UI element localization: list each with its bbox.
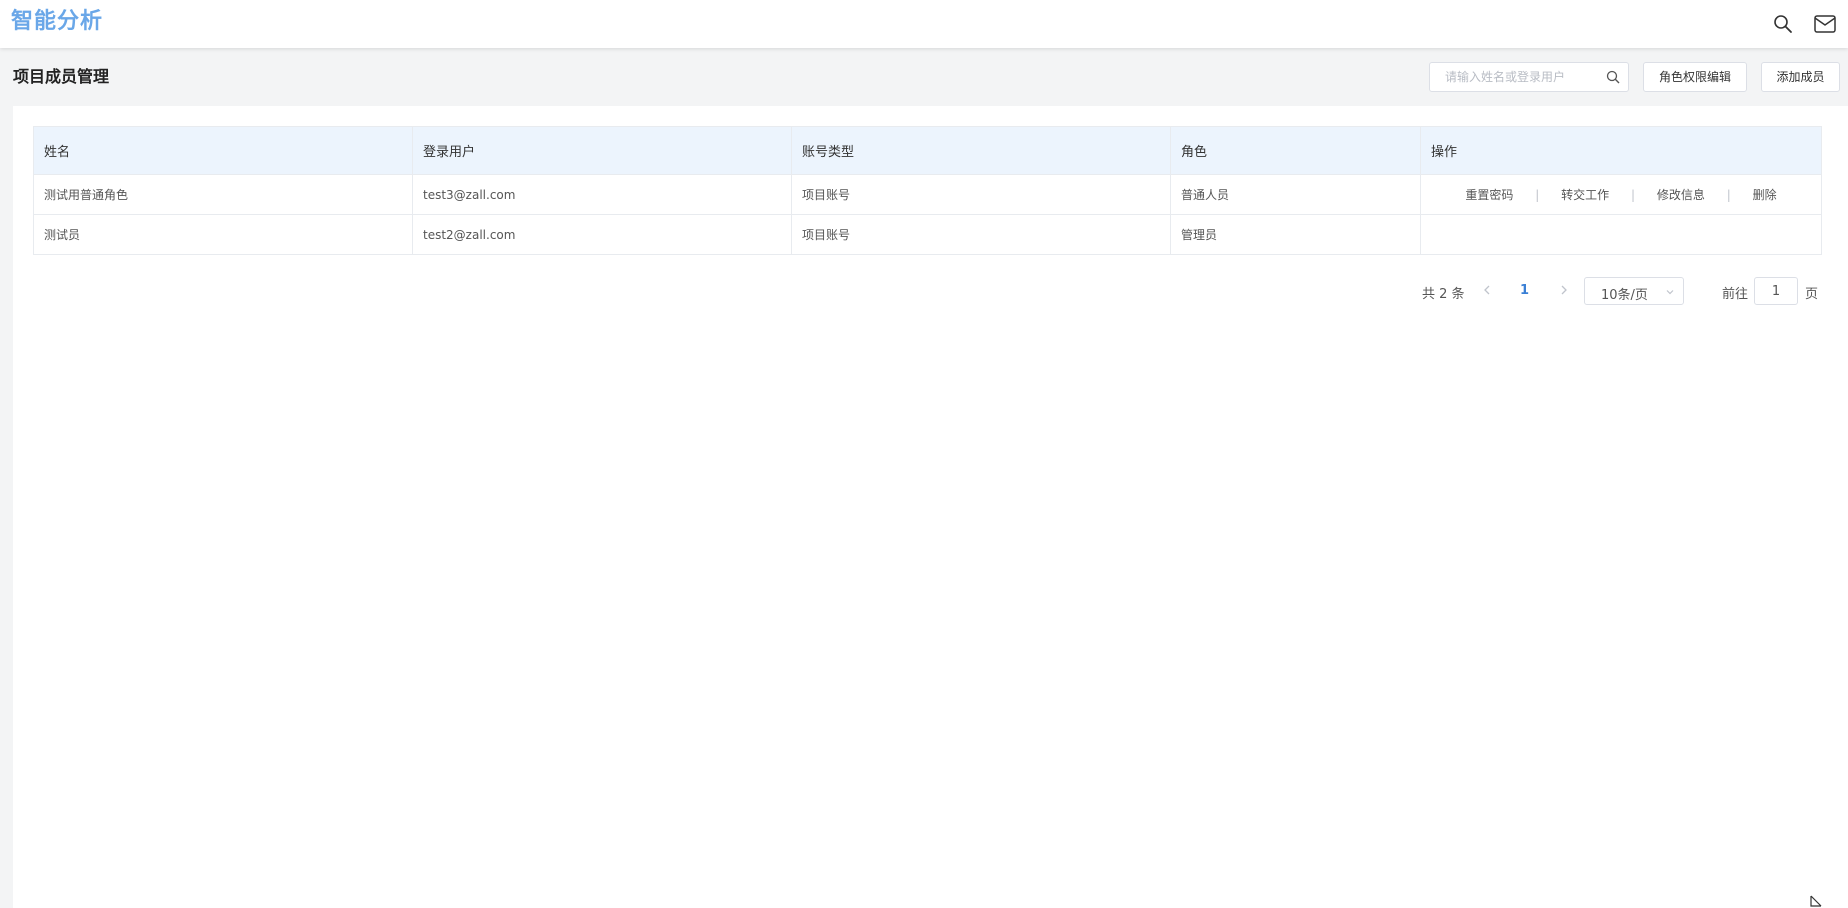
cell-role: 普通人员 <box>1170 174 1421 215</box>
goto-page-unit: 页 <box>1805 287 1819 302</box>
members-table: 姓名 登录用户 账号类型 角色 操作 测试用普通角色 test3@zall.co… <box>33 126 1822 255</box>
table-row: 测试用普通角色 test3@zall.com 项目账号 普通人员 重置密码 | … <box>33 174 1822 215</box>
table-header-row: 姓名 登录用户 账号类型 角色 操作 <box>33 126 1822 175</box>
goto-label: 前往 <box>1722 287 1749 302</box>
mail-icon[interactable] <box>1812 11 1838 37</box>
cell-name: 测试员 <box>33 214 413 255</box>
action-separator: | <box>1630 188 1636 202</box>
column-header-account-type: 账号类型 <box>791 126 1171 175</box>
chevron-left-icon[interactable] <box>1480 280 1494 300</box>
cell-name: 测试用普通角色 <box>33 174 413 215</box>
add-member-button[interactable]: 添加成员 <box>1761 62 1840 92</box>
column-header-role: 角色 <box>1170 126 1421 175</box>
goto-page-input[interactable] <box>1754 277 1798 305</box>
content-panel: 姓名 登录用户 账号类型 角色 操作 测试用普通角色 test3@zall.co… <box>13 106 1848 908</box>
cell-actions: 重置密码 | 转交工作 | 修改信息 | 删除 <box>1420 174 1822 215</box>
member-search-input[interactable] <box>1430 63 1600 91</box>
edit-info-link[interactable]: 修改信息 <box>1657 188 1705 202</box>
page-size-value: 10条/页 <box>1601 288 1648 303</box>
column-header-login: 登录用户 <box>412 126 792 175</box>
cell-role: 管理员 <box>1170 214 1421 255</box>
pagination: 共 2 条 1 10条/页 前往 页 <box>0 277 1848 305</box>
cell-login: test3@zall.com <box>412 174 792 215</box>
chevron-down-icon <box>1666 290 1674 295</box>
action-separator: | <box>1535 188 1540 202</box>
pagination-page-current[interactable]: 1 <box>1520 283 1529 298</box>
action-separator: | <box>1726 188 1731 202</box>
pagination-total: 共 2 条 <box>1422 287 1465 302</box>
member-search-box[interactable] <box>1429 62 1629 92</box>
app-logo-title[interactable]: 智能分析 <box>11 9 103 35</box>
top-bar: 智能分析 <box>0 0 1848 48</box>
cell-actions <box>1420 214 1822 255</box>
column-header-name: 姓名 <box>33 126 413 175</box>
delete-link[interactable]: 删除 <box>1753 188 1777 202</box>
table-row: 测试员 test2@zall.com 项目账号 管理员 <box>33 214 1822 255</box>
search-icon[interactable] <box>1606 70 1620 84</box>
chevron-right-icon[interactable] <box>1557 280 1571 300</box>
edit-role-permissions-button[interactable]: 角色权限编辑 <box>1643 62 1747 92</box>
resize-handle-icon <box>1810 895 1822 907</box>
transfer-work-link[interactable]: 转交工作 <box>1561 188 1609 202</box>
column-header-actions: 操作 <box>1420 126 1822 175</box>
search-icon[interactable] <box>1770 11 1796 37</box>
cell-account-type: 项目账号 <box>791 214 1171 255</box>
cell-account-type: 项目账号 <box>791 174 1171 215</box>
page-title: 项目成员管理 <box>13 67 110 86</box>
cell-login: test2@zall.com <box>412 214 792 255</box>
page-size-select[interactable]: 10条/页 <box>1584 277 1684 305</box>
reset-password-link[interactable]: 重置密码 <box>1465 188 1513 202</box>
